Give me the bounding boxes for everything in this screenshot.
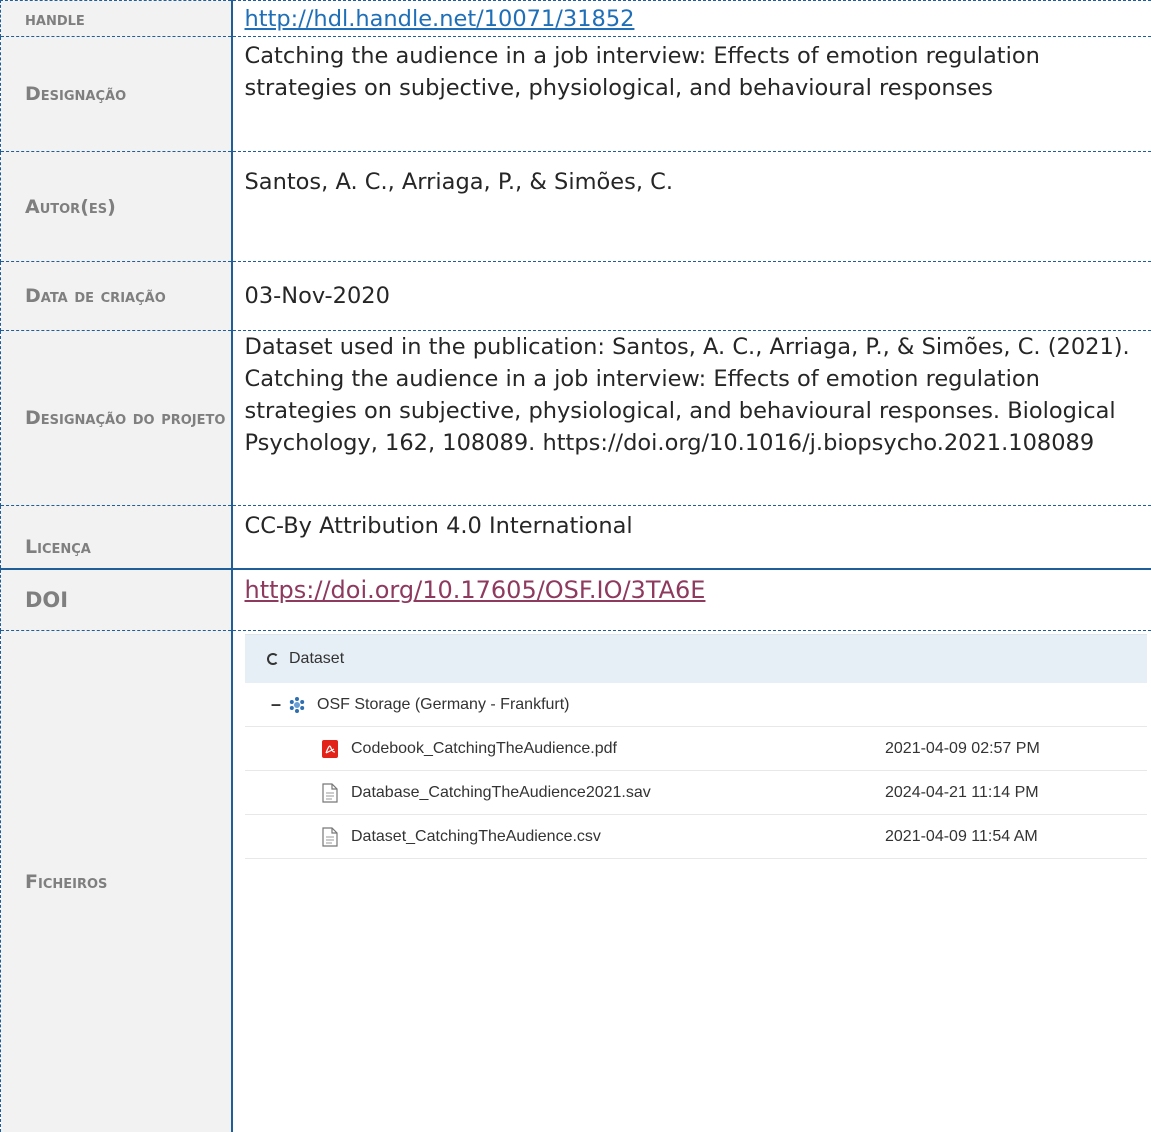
label-autores: Autor(es) [1, 152, 232, 262]
label-handle: handle [1, 1, 232, 37]
label-designacao: Designação [1, 37, 232, 152]
file-date: 2024-04-21 11:14 PM [885, 784, 1039, 802]
handle-link[interactable]: http://hdl.handle.net/10071/31852 [245, 6, 635, 32]
label-licenca: Licença [1, 506, 232, 569]
value-designacao: Catching the audience in a job interview… [232, 37, 1151, 152]
value-autores: Santos, A. C., Arriaga, P., & Simões, C. [232, 152, 1151, 262]
file-icon [321, 827, 339, 847]
row-designacao: Designação Catching the audience in a jo… [1, 37, 1151, 152]
label-ficheiros: Ficheiros [1, 631, 232, 1132]
label-projeto: Designação do projeto [1, 331, 232, 506]
metadata-table: handle http://hdl.handle.net/10071/31852… [0, 0, 1151, 1132]
row-handle: handle http://hdl.handle.net/10071/31852 [1, 1, 1151, 37]
file-name: Database_CatchingTheAudience2021.sav [351, 784, 651, 802]
row-projeto: Designação do projeto Dataset used in th… [1, 331, 1151, 506]
provider-label: OSF Storage (Germany - Frankfurt) [317, 696, 570, 714]
files-root-label: Dataset [289, 650, 344, 668]
file-date: 2021-04-09 02:57 PM [885, 740, 1040, 758]
label-doi: DOI [1, 569, 232, 631]
row-doi: DOI https://doi.org/10.17605/OSF.IO/3TA6… [1, 569, 1151, 631]
osf-storage-icon [287, 695, 307, 715]
file-row[interactable]: Database_CatchingTheAudience2021.sav 202… [245, 771, 1147, 815]
file-name: Codebook_CatchingTheAudience.pdf [351, 740, 617, 758]
value-data-criacao: 03-Nov-2020 [232, 262, 1151, 331]
pdf-icon [321, 739, 339, 759]
file-row[interactable]: Codebook_CatchingTheAudience.pdf 2021-04… [245, 727, 1147, 771]
osf-files-widget: Dataset – OSF Storage (Germany - Frankfu… [245, 634, 1147, 859]
row-autores: Autor(es) Santos, A. C., Arriaga, P., & … [1, 152, 1151, 262]
file-name: Dataset_CatchingTheAudience.csv [351, 828, 601, 846]
row-data-criacao: Data de criação 03-Nov-2020 [1, 262, 1151, 331]
label-data-criacao: Data de criação [1, 262, 232, 331]
collapse-icon[interactable]: – [271, 694, 287, 715]
file-icon [321, 783, 339, 803]
doi-link[interactable]: https://doi.org/10.17605/OSF.IO/3TA6E [245, 576, 706, 604]
value-licenca: CC-By Attribution 4.0 International [232, 506, 1151, 569]
provider-row[interactable]: – OSF Storage (Germany - Frankfurt) [245, 683, 1147, 727]
row-licenca: Licença CC-By Attribution 4.0 Internatio… [1, 506, 1151, 569]
value-projeto: Dataset used in the publication: Santos,… [232, 331, 1151, 506]
loading-icon [267, 653, 279, 665]
file-row[interactable]: Dataset_CatchingTheAudience.csv 2021-04-… [245, 815, 1147, 859]
file-date: 2021-04-09 11:54 AM [885, 828, 1038, 846]
files-root-row[interactable]: Dataset [245, 634, 1147, 683]
